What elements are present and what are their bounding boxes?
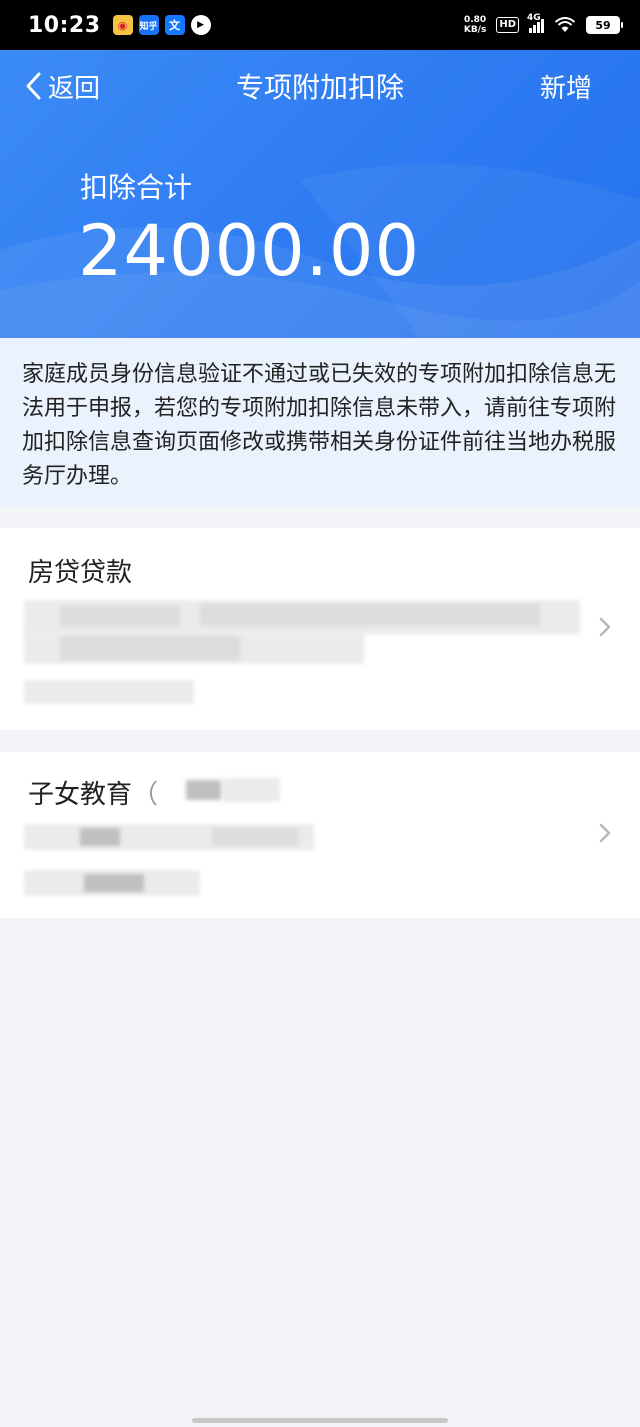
redacted-info [212,828,298,846]
deduction-item-housing-loan[interactable]: 房贷贷款 [0,528,640,730]
deduction-header: 返回 专项附加扣除 新增 扣除合计 24000.00 [0,50,640,338]
status-time: 10:23 [28,12,101,38]
network-type: 4G [527,13,541,23]
redacted-info [186,780,222,800]
battery-icon: 59 [586,16,623,34]
back-label: 返回 [48,73,101,104]
item-title: 子女教育（ [28,774,158,811]
signal-bar [541,19,544,33]
redacted-info [200,604,540,626]
status-bar: 10:23 ◉ 知乎 文 ▶ 0.80 KB/s HD 4G 59 [0,0,640,50]
total-value: 24000.00 [78,210,421,292]
net-speed: 0.80 KB/s [464,15,486,35]
wen-icon: 文 [164,15,185,35]
net-speed-unit: KB/s [463,25,487,35]
notification-icons: ◉ 知乎 文 ▶ [112,15,211,35]
redacted-info [80,828,120,846]
zhihu-icon: 知乎 [138,15,159,35]
status-left: 10:23 ◉ 知乎 文 ▶ [28,13,211,38]
notice-text: 家庭成员身份信息验证不通过或已失效的专项附加扣除信息无法用于申报，若您的专项附加… [0,338,640,506]
item-title: 房贷贷款 [28,558,133,588]
chevron-right-icon [599,617,611,637]
home-indicator[interactable] [192,1418,448,1423]
signal-bar [537,22,540,33]
signal-bar [533,25,536,33]
hd-badge: HD [496,17,519,33]
deduction-item-children-education[interactable]: 子女教育（ [0,752,640,918]
status-right: 0.80 KB/s HD 4G 59 [464,13,623,35]
redacted-info [60,636,240,660]
signal-bar [529,28,532,33]
add-button[interactable]: 新增 [540,68,592,105]
wifi-icon [554,17,576,32]
item-title-suffix: （ [132,780,159,810]
weibo-icon: ◉ [112,15,133,35]
total-label: 扣除合计 [80,171,193,204]
chevron-right-icon [599,823,611,843]
signal-icon: 4G [527,13,544,33]
redacted-info [24,680,194,704]
redacted-info [222,778,280,802]
net-speed-value: 0.80 [463,15,487,25]
back-button[interactable]: 返回 [22,68,100,105]
redacted-info [60,606,180,626]
play-icon: ▶ [190,15,211,35]
chevron-left-icon [26,72,41,100]
nav-bar: 返回 专项附加扣除 新增 [0,50,640,122]
item-title-text: 子女教育 [28,780,133,810]
redacted-info [84,874,144,892]
